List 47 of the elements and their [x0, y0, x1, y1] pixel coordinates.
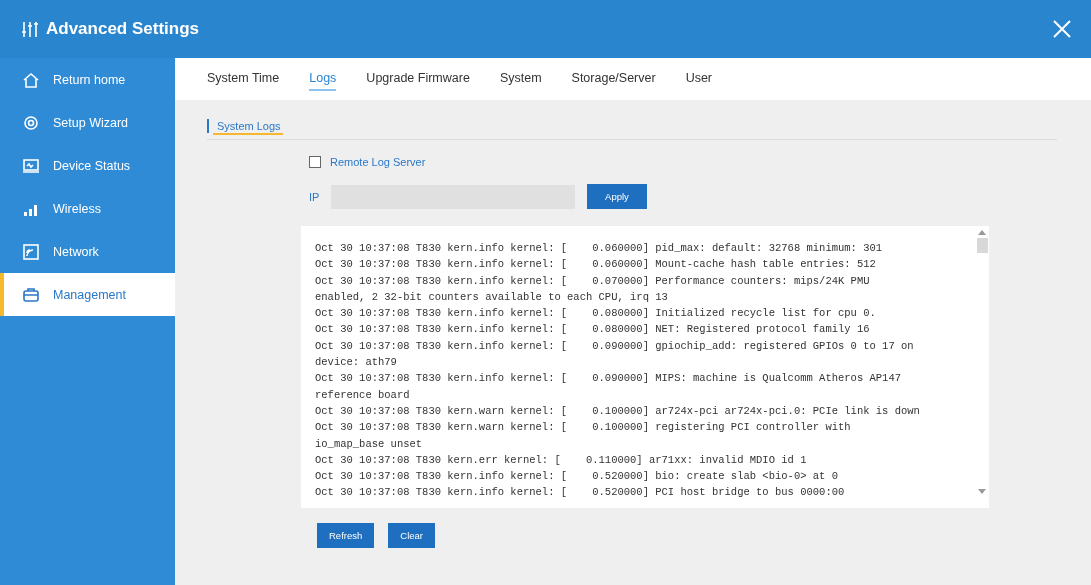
tab[interactable]: Logs: [309, 67, 337, 91]
action-button[interactable]: Clear: [388, 523, 435, 548]
action-button[interactable]: Refresh: [317, 523, 375, 548]
log-line: device: ath79: [315, 355, 398, 371]
tab[interactable]: Storage/Server: [571, 67, 656, 91]
log-line: reference board: [315, 387, 411, 403]
log-line: Oct 30 10:37:08 T830 kern.err kernel: [ 0.110000] ar71xx: invalid MDIO id 1: [315, 452, 808, 468]
sidebar-item[interactable]: Return home: [0, 58, 175, 101]
section-title: System Logs: [207, 119, 289, 133]
log-line: Oct 30 10:37:08 T830 kern.warn kernel: [ 0.100000] ar724x-pci ar724x-pci.0: PCIe link is down: [315, 403, 921, 419]
monitor-icon: [23, 157, 39, 174]
scroll-up-icon[interactable]: [978, 230, 986, 235]
tab[interactable]: System Time: [207, 67, 280, 91]
log-line: Oct 30 10:37:08 T830 kern.info kernel: [ 0.060000] Mount-cache hash table entries: 512: [315, 257, 877, 273]
log-line: io_map_base unset: [315, 436, 424, 452]
sidebar-item[interactable]: Network: [0, 230, 175, 273]
sidebar-item[interactable]: Setup Wizard: [0, 101, 175, 144]
apply-button[interactable]: Apply: [587, 184, 647, 209]
network-icon: [23, 243, 39, 260]
log-line: Oct 30 10:37:08 T830 kern.warn kernel: [ 0.100000] registering PCI controller with: [315, 420, 852, 436]
log-line: enabled, 2 32-bit counters available to each CPU, irq 13: [315, 289, 669, 305]
scrollbar-thumb[interactable]: [976, 238, 988, 253]
tab[interactable]: User: [685, 67, 713, 91]
log-line: Oct 30 10:37:08 T830 kern.info kernel: [ 0.090000] gpiochip_add: registered GPIOs 0 to 17 on: [315, 338, 915, 354]
log-line: Oct 30 10:37:08 T830 kern.info kernel: [ 0.070000] Performance counters: mips/24K PMU: [315, 273, 871, 289]
tab[interactable]: Upgrade Firmware: [366, 67, 470, 91]
checkbox[interactable]: [309, 156, 321, 168]
log-line: Oct 30 10:37:08 T830 kern.info kernel: [ 0.080000] Initialized recycle list for cpu 0.: [315, 306, 877, 322]
log-textarea[interactable]: [301, 226, 989, 508]
log-line: Oct 30 10:37:08 T830 kern.info kernel: [ 0.520000] PCI host bridge to bus 0000:00: [315, 485, 846, 501]
log-line: Oct 30 10:37:08 T830 kern.info kernel: [ 0.090000] MIPS: machine is Qualcomm Atheros AP147: [315, 371, 902, 387]
sidebar-item[interactable]: Management: [0, 273, 175, 316]
log-line: Oct 30 10:37:08 T830 kern.info kernel: [ 0.080000] NET: Registered protocol family 16: [315, 322, 871, 338]
gear-icon: [23, 114, 39, 131]
tab[interactable]: System: [499, 67, 542, 91]
log-line: Oct 30 10:37:08 T830 kern.info kernel: [ 0.060000] pid_max: default: 32768 minimum: 301: [315, 241, 884, 256]
home-icon: [23, 71, 39, 88]
close-icon[interactable]: [1053, 20, 1071, 38]
checkbox-label: Remote Log Server: [330, 156, 426, 168]
window-title: Advanced Settings: [46, 19, 201, 39]
sliders-icon: [22, 20, 38, 38]
log-line: Oct 30 10:37:08 T830 kern.info kernel: [ 0.520000] bio: create slab <bio-0> at 0: [315, 469, 839, 485]
scroll-down-icon[interactable]: [978, 489, 986, 494]
briefcase-icon: [23, 286, 39, 303]
ip-label: IP: [309, 190, 319, 203]
sidebar-item[interactable]: Wireless: [0, 187, 175, 230]
sidebar-item[interactable]: Device Status: [0, 144, 175, 187]
